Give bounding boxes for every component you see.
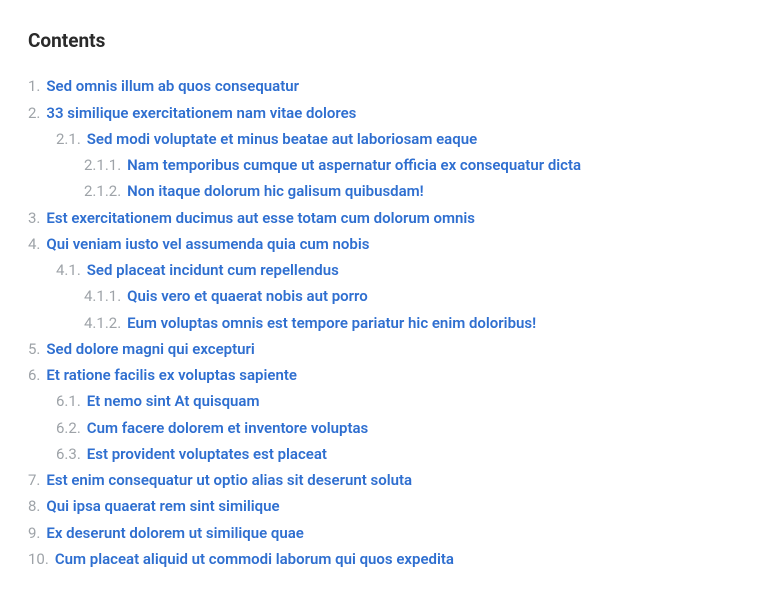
- toc-item: 5.Sed dolore magni qui excepturi: [28, 336, 743, 362]
- toc-link[interactable]: Qui ipsa quaerat rem sint similique: [46, 493, 279, 519]
- toc-number: 4.1.1.: [84, 283, 121, 309]
- toc-number: 6.3.: [56, 441, 81, 467]
- toc-link[interactable]: Sed placeat incidunt cum repellendus: [87, 257, 339, 283]
- toc-item: 6.Et ratione facilis ex voluptas sapient…: [28, 362, 743, 388]
- toc-number: 2.: [28, 100, 40, 126]
- toc-number: 5.: [28, 336, 40, 362]
- toc-number: 2.1.1.: [84, 152, 121, 178]
- toc-link[interactable]: Et nemo sint At quisquam: [87, 388, 260, 414]
- toc-item: 4.Qui veniam iusto vel assumenda quia cu…: [28, 231, 743, 257]
- toc-number: 7.: [28, 467, 40, 493]
- toc-item: 7.Est enim consequatur ut optio alias si…: [28, 467, 743, 493]
- toc-link[interactable]: Cum placeat aliquid ut commodi laborum q…: [55, 546, 454, 572]
- toc-number: 2.1.: [56, 126, 81, 152]
- toc-number: 6.: [28, 362, 40, 388]
- toc-link[interactable]: Cum facere dolorem et inventore voluptas: [87, 415, 368, 441]
- toc-number: 2.1.2.: [84, 178, 121, 204]
- table-of-contents: 1.Sed omnis illum ab quos consequatur2.3…: [28, 73, 743, 572]
- toc-number: 10.: [28, 546, 49, 572]
- toc-link[interactable]: Est enim consequatur ut optio alias sit …: [46, 467, 412, 493]
- toc-item: 6.2.Cum facere dolorem et inventore volu…: [28, 415, 743, 441]
- contents-title: Contents: [28, 24, 743, 57]
- toc-item: 3.Est exercitationem ducimus aut esse to…: [28, 205, 743, 231]
- toc-link[interactable]: Quis vero et quaerat nobis aut porro: [127, 283, 368, 309]
- toc-link[interactable]: Est provident voluptates est placeat: [87, 441, 327, 467]
- toc-number: 6.1.: [56, 388, 81, 414]
- toc-number: 9.: [28, 520, 40, 546]
- toc-item: 4.1.2.Eum voluptas omnis est tempore par…: [28, 310, 743, 336]
- toc-link[interactable]: Eum voluptas omnis est tempore pariatur …: [127, 310, 536, 336]
- toc-link[interactable]: Qui veniam iusto vel assumenda quia cum …: [46, 231, 369, 257]
- toc-number: 1.: [28, 73, 40, 99]
- toc-number: 3.: [28, 205, 40, 231]
- toc-number: 4.1.: [56, 257, 81, 283]
- toc-item: 4.1.1.Quis vero et quaerat nobis aut por…: [28, 283, 743, 309]
- toc-link[interactable]: Sed modi voluptate et minus beatae aut l…: [87, 126, 477, 152]
- toc-item: 6.1.Et nemo sint At quisquam: [28, 388, 743, 414]
- toc-link[interactable]: Non itaque dolorum hic galisum quibusdam…: [127, 178, 424, 204]
- toc-item: 4.1.Sed placeat incidunt cum repellendus: [28, 257, 743, 283]
- toc-item: 10. Cum placeat aliquid ut commodi laboru…: [28, 546, 743, 572]
- toc-item: 8.Qui ipsa quaerat rem sint similique: [28, 493, 743, 519]
- toc-item: 9.Ex deserunt dolorem ut similique quae: [28, 520, 743, 546]
- toc-item: 2.33 similique exercitationem nam vitae …: [28, 100, 743, 126]
- toc-item: 2.1.1.Nam temporibus cumque ut aspernatu…: [28, 152, 743, 178]
- toc-link[interactable]: Est exercitationem ducimus aut esse tota…: [46, 205, 475, 231]
- toc-link[interactable]: Nam temporibus cumque ut aspernatur offi…: [127, 152, 581, 178]
- toc-link[interactable]: Ex deserunt dolorem ut similique quae: [46, 520, 303, 546]
- toc-link[interactable]: Sed dolore magni qui excepturi: [46, 336, 254, 362]
- toc-item: 2.1.Sed modi voluptate et minus beatae a…: [28, 126, 743, 152]
- toc-number: 4.1.2.: [84, 310, 121, 336]
- toc-number: 8.: [28, 493, 40, 519]
- toc-link[interactable]: Et ratione facilis ex voluptas sapiente: [46, 362, 297, 388]
- toc-number: 6.2.: [56, 415, 81, 441]
- toc-item: 6.3.Est provident voluptates est placeat: [28, 441, 743, 467]
- toc-number: 4.: [28, 231, 40, 257]
- toc-item: 1.Sed omnis illum ab quos consequatur: [28, 73, 743, 99]
- toc-link[interactable]: Sed omnis illum ab quos consequatur: [46, 73, 299, 99]
- toc-item: 2.1.2.Non itaque dolorum hic galisum qui…: [28, 178, 743, 204]
- toc-link[interactable]: 33 similique exercitationem nam vitae do…: [46, 100, 356, 126]
